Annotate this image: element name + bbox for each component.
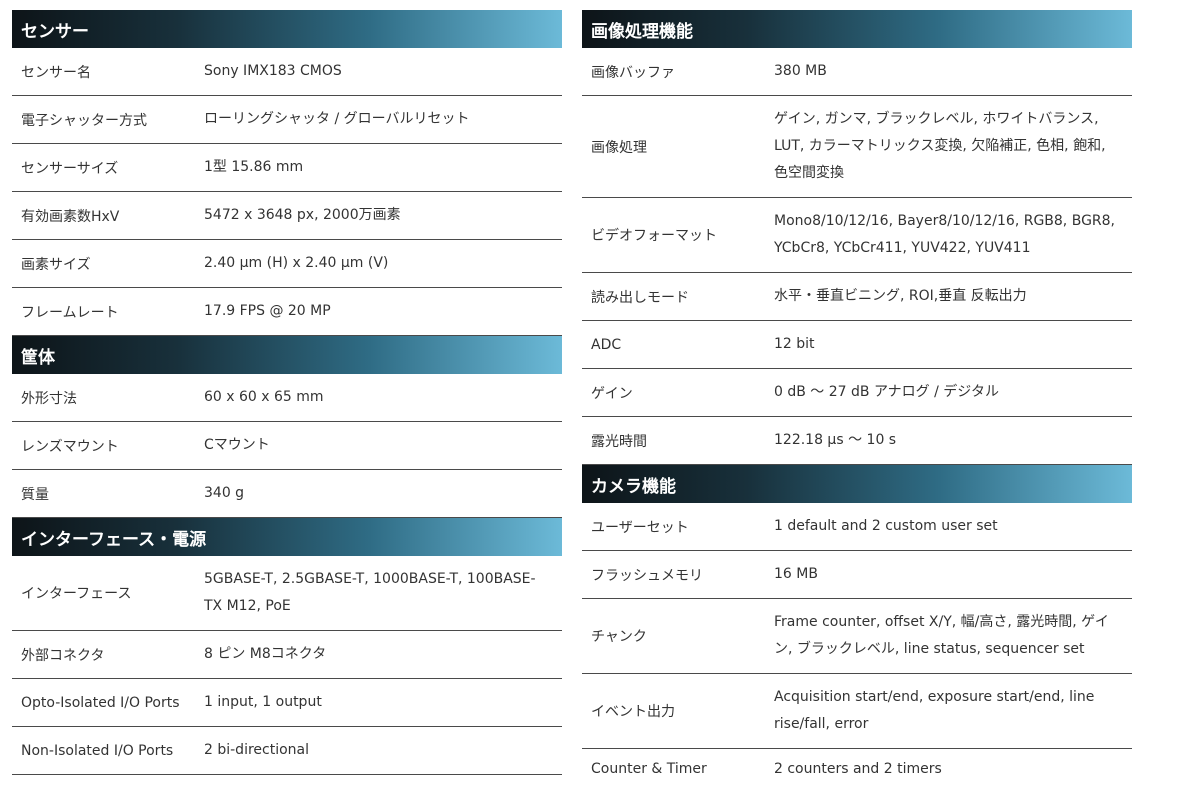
section-header-camera: カメラ機能 bbox=[582, 465, 1132, 503]
spec-label: Opto-Isolated I/O Ports bbox=[21, 694, 180, 711]
spec-label: ゲイン bbox=[591, 385, 633, 402]
spec-row-flash-memory: フラッシュメモリ 16 MB bbox=[582, 551, 1132, 599]
spec-row-pixel-size: 画素サイズ 2.40 μm (H) x 2.40 μm (V) bbox=[12, 240, 562, 288]
spec-row-chunk: チャンク Frame counter, offset X/Y, 幅/高さ, 露光… bbox=[582, 599, 1132, 674]
section-header-housing: 筐体 bbox=[12, 336, 562, 374]
spec-row-interface: インターフェース 5GBASE-T, 2.5GBASE-T, 1000BASE-… bbox=[12, 556, 562, 631]
spec-row-exposure-time: 露光時間 122.18 μs ～ 10 s bbox=[582, 417, 1132, 465]
spec-value: ローリングシャッタ / グローバルリセット bbox=[204, 111, 470, 127]
spec-row-external-connector: 外部コネクタ 8 ピン M8コネクタ bbox=[12, 631, 562, 679]
spec-value: 12 bit bbox=[774, 336, 815, 352]
spec-label: 画像処理 bbox=[591, 139, 647, 156]
spec-label: 画像バッファ bbox=[591, 64, 675, 81]
spec-value: 1型 15.86 mm bbox=[204, 159, 304, 175]
spec-label: 露光時間 bbox=[591, 433, 647, 450]
spec-value: 8 ピン M8コネクタ bbox=[204, 646, 327, 662]
spec-value: 2 bi-directional bbox=[204, 742, 310, 758]
spec-label: フラッシュメモリ bbox=[591, 567, 703, 584]
spec-label: センサー名 bbox=[21, 64, 91, 81]
spec-value: ゲイン, ガンマ, ブラックレベル, ホワイトバランス, LUT, カラーマトリ… bbox=[774, 111, 1106, 181]
spec-row-gain: ゲイン 0 dB ～ 27 dB アナログ / デジタル bbox=[582, 369, 1132, 417]
spec-value: 5GBASE-T, 2.5GBASE-T, 1000BASE-T, 100BAS… bbox=[204, 571, 536, 614]
spec-row-shutter: 電子シャッター方式 ローリングシャッタ / グローバルリセット bbox=[12, 96, 562, 144]
spec-value: Sony IMX183 CMOS bbox=[204, 63, 342, 79]
spec-row-video-format: ビデオフォーマット Mono8/10/12/16, Bayer8/10/12/1… bbox=[582, 198, 1132, 273]
spec-row-image-processing: 画像処理 ゲイン, ガンマ, ブラックレベル, ホワイトバランス, LUT, カ… bbox=[582, 96, 1132, 198]
spec-label: Non-Isolated I/O Ports bbox=[21, 742, 174, 759]
spec-value: 60 x 60 x 65 mm bbox=[204, 389, 324, 405]
spec-value: 1 input, 1 output bbox=[204, 694, 322, 710]
spec-row-dimensions: 外形寸法 60 x 60 x 65 mm bbox=[12, 374, 562, 422]
spec-label: センサーサイズ bbox=[21, 160, 119, 177]
spec-label: Counter & Timer bbox=[591, 761, 707, 777]
spec-row-resolution: 有効画素数HxV 5472 x 3648 px, 2000万画素 bbox=[12, 192, 562, 240]
section-header-processing: 画像処理機能 bbox=[582, 10, 1132, 48]
section-header-interface: インターフェース・電源 bbox=[12, 518, 562, 556]
spec-value: 2.40 μm (H) x 2.40 μm (V) bbox=[204, 255, 389, 271]
spec-label: 外形寸法 bbox=[21, 390, 77, 407]
spec-value: 5472 x 3648 px, 2000万画素 bbox=[204, 207, 401, 223]
spec-label: ユーザーセット bbox=[591, 519, 689, 536]
spec-value: 16 MB bbox=[774, 566, 818, 582]
spec-value: 水平・垂直ビニング, ROI,垂直 反転出力 bbox=[774, 288, 1027, 304]
spec-label: ビデオフォーマット bbox=[591, 228, 717, 244]
spec-value: 1 default and 2 custom user set bbox=[774, 518, 998, 534]
spec-row-sensor-size: センサーサイズ 1型 15.86 mm bbox=[12, 144, 562, 192]
spec-label: 外部コネクタ bbox=[21, 647, 105, 664]
spec-label: ADC bbox=[591, 336, 622, 353]
spec-label: チャンク bbox=[591, 629, 647, 645]
spec-label: 画素サイズ bbox=[21, 256, 91, 273]
spec-label: 質量 bbox=[21, 486, 49, 503]
spec-label: 読み出しモード bbox=[591, 289, 689, 306]
right-spec-column: 画像処理機能 画像バッファ 380 MB 画像処理 ゲイン, ガンマ, ブラック… bbox=[582, 10, 1132, 789]
section-header-sensor: センサー bbox=[12, 10, 562, 48]
spec-label: 有効画素数HxV bbox=[21, 208, 120, 225]
spec-value: 380 MB bbox=[774, 63, 827, 79]
spec-row-image-buffer: 画像バッファ 380 MB bbox=[582, 48, 1132, 96]
spec-value: 340 g bbox=[204, 485, 245, 501]
spec-label: イベント出力 bbox=[591, 704, 675, 720]
spec-row-non-isolated-io: Non-Isolated I/O Ports 2 bi-directional bbox=[12, 727, 562, 775]
spec-value: Acquisition start/end, exposure start/en… bbox=[774, 689, 1095, 732]
spec-row-mass: 質量 340 g bbox=[12, 470, 562, 518]
spec-value: 2 counters and 2 timers bbox=[774, 760, 942, 777]
spec-value: Cマウント bbox=[204, 437, 270, 453]
spec-value: Frame counter, offset X/Y, 幅/高さ, 露光時間, ゲ… bbox=[774, 614, 1109, 657]
spec-value: 0 dB ～ 27 dB アナログ / デジタル bbox=[774, 384, 1000, 400]
spec-row-counter-timer: Counter & Timer 2 counters and 2 timers bbox=[582, 749, 1132, 789]
spec-value: 17.9 FPS @ 20 MP bbox=[204, 303, 331, 319]
spec-row-opto-isolated-io: Opto-Isolated I/O Ports 1 input, 1 outpu… bbox=[12, 679, 562, 727]
spec-label: レンズマウント bbox=[21, 438, 119, 455]
spec-label: フレームレート bbox=[21, 304, 119, 321]
spec-row-event-output: イベント出力 Acquisition start/end, exposure s… bbox=[582, 674, 1132, 749]
spec-row-frame-rate: フレームレート 17.9 FPS @ 20 MP bbox=[12, 288, 562, 336]
spec-row-lens-mount: レンズマウント Cマウント bbox=[12, 422, 562, 470]
spec-row-adc: ADC 12 bit bbox=[582, 321, 1132, 369]
spec-row-user-set: ユーザーセット 1 default and 2 custom user set bbox=[582, 503, 1132, 551]
spec-label: インターフェース bbox=[21, 586, 132, 602]
spec-row-sensor-name: センサー名 Sony IMX183 CMOS bbox=[12, 48, 562, 96]
left-spec-column: センサー センサー名 Sony IMX183 CMOS 電子シャッター方式 ロー… bbox=[12, 10, 562, 775]
spec-value: 122.18 μs ～ 10 s bbox=[774, 432, 897, 448]
spec-value: Mono8/10/12/16, Bayer8/10/12/16, RGB8, B… bbox=[774, 213, 1116, 256]
spec-label: 電子シャッター方式 bbox=[21, 112, 147, 129]
spec-row-readout-mode: 読み出しモード 水平・垂直ビニング, ROI,垂直 反転出力 bbox=[582, 273, 1132, 321]
